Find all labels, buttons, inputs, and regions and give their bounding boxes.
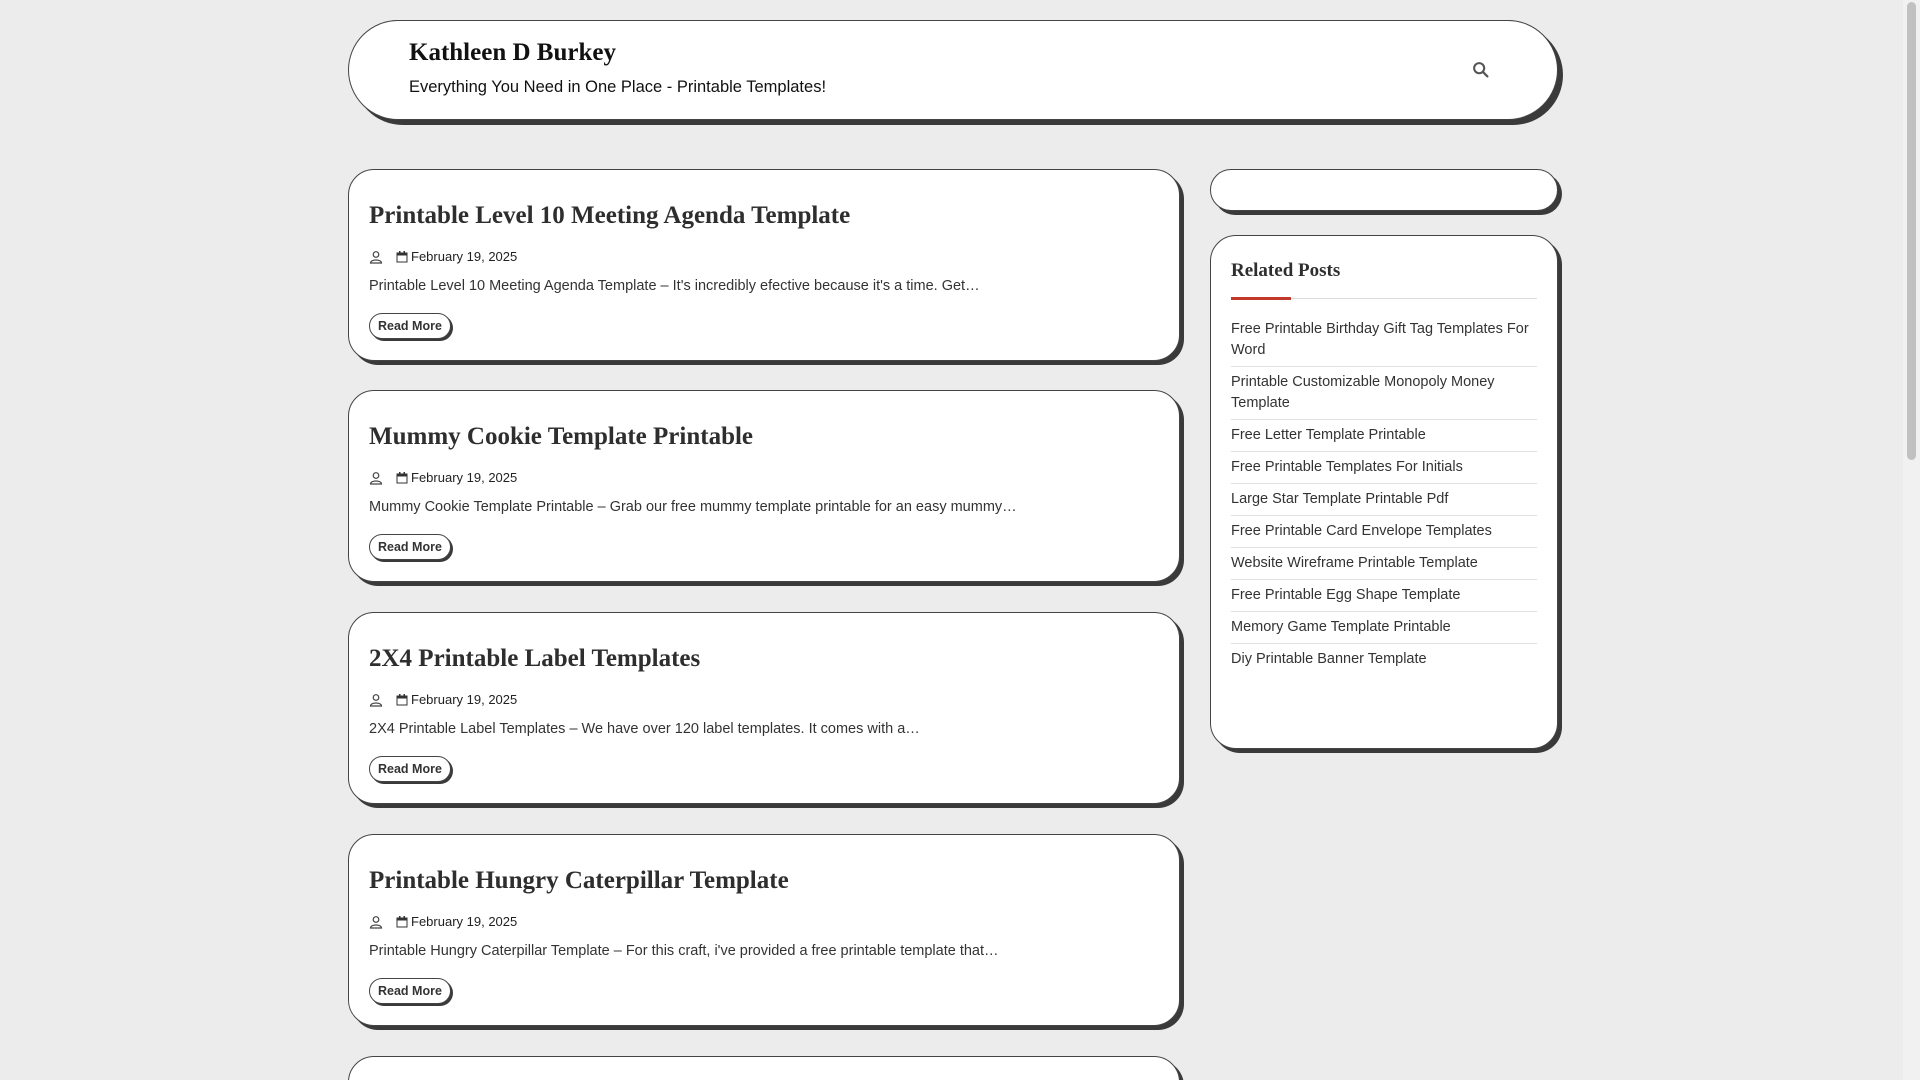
sidebar-search-box[interactable] — [1210, 169, 1558, 211]
post-date[interactable]: February 19, 2025 — [411, 692, 517, 707]
site-tagline: Everything You Need in One Place - Print… — [409, 78, 827, 96]
post-excerpt: Printable Hungry Caterpillar Template – … — [369, 943, 999, 959]
post-title[interactable]: Mummy Cookie Template Printable — [369, 423, 753, 451]
post-card: 2X4 Printable Label Templates February 1… — [348, 612, 1180, 804]
search-icon[interactable] — [1470, 59, 1492, 81]
read-more-button[interactable]: Read More — [369, 313, 451, 339]
related-post-link[interactable]: Memory Game Template Printable — [1231, 612, 1537, 644]
related-post-link[interactable]: Large Star Template Printable Pdf — [1231, 484, 1537, 516]
site-header: Kathleen D Burkey Everything You Need in… — [348, 20, 1558, 120]
related-post-link[interactable]: Diy Printable Banner Template — [1231, 644, 1537, 675]
related-post-link[interactable]: Free Printable Card Envelope Templates — [1231, 516, 1537, 548]
post-title[interactable]: Printable Level 10 Meeting Agenda Templa… — [369, 202, 850, 230]
calendar-icon — [395, 471, 409, 485]
post-date[interactable]: February 19, 2025 — [411, 914, 517, 929]
post-card — [348, 1056, 1180, 1080]
post-excerpt: 2X4 Printable Label Templates – We have … — [369, 721, 920, 737]
read-more-button[interactable]: Read More — [369, 534, 451, 560]
post-date[interactable]: February 19, 2025 — [411, 249, 517, 264]
related-posts-widget: Related Posts Free Printable Birthday Gi… — [1210, 235, 1558, 749]
calendar-icon — [395, 915, 409, 929]
post-meta: February 19, 2025 — [369, 692, 517, 707]
site-title[interactable]: Kathleen D Burkey — [409, 39, 616, 67]
user-icon[interactable] — [369, 693, 383, 707]
widget-accent-bar — [1231, 297, 1291, 300]
post-title[interactable]: Printable Hungry Caterpillar Template — [369, 867, 789, 895]
post-excerpt: Mummy Cookie Template Printable – Grab o… — [369, 499, 1017, 515]
post-card: Printable Level 10 Meeting Agenda Templa… — [348, 169, 1180, 361]
post-excerpt: Printable Level 10 Meeting Agenda Templa… — [369, 278, 980, 294]
post-meta: February 19, 2025 — [369, 249, 517, 264]
post-date[interactable]: February 19, 2025 — [411, 470, 517, 485]
user-icon[interactable] — [369, 471, 383, 485]
page-scrollbar[interactable] — [1903, 0, 1920, 1080]
related-post-link[interactable]: Free Printable Egg Shape Template — [1231, 580, 1537, 612]
related-post-link[interactable]: Printable Customizable Monopoly Money Te… — [1231, 367, 1537, 420]
post-card: Printable Hungry Caterpillar Template Fe… — [348, 834, 1180, 1026]
read-more-button[interactable]: Read More — [369, 978, 451, 1004]
post-meta: February 19, 2025 — [369, 914, 517, 929]
scrollbar-thumb[interactable] — [1907, 2, 1916, 460]
user-icon[interactable] — [369, 915, 383, 929]
widget-title: Related Posts — [1231, 260, 1341, 281]
user-icon[interactable] — [369, 250, 383, 264]
related-post-link[interactable]: Website Wireframe Printable Template — [1231, 548, 1537, 580]
calendar-icon — [395, 250, 409, 264]
post-title[interactable]: 2X4 Printable Label Templates — [369, 645, 700, 673]
related-post-link[interactable]: Free Printable Birthday Gift Tag Templat… — [1231, 314, 1537, 367]
read-more-button[interactable]: Read More — [369, 756, 451, 782]
post-card: Mummy Cookie Template Printable February… — [348, 390, 1180, 582]
related-post-link[interactable]: Free Letter Template Printable — [1231, 420, 1537, 452]
calendar-icon — [395, 693, 409, 707]
related-posts-list: Free Printable Birthday Gift Tag Templat… — [1231, 314, 1537, 675]
related-post-link[interactable]: Free Printable Templates For Initials — [1231, 452, 1537, 484]
post-meta: February 19, 2025 — [369, 470, 517, 485]
